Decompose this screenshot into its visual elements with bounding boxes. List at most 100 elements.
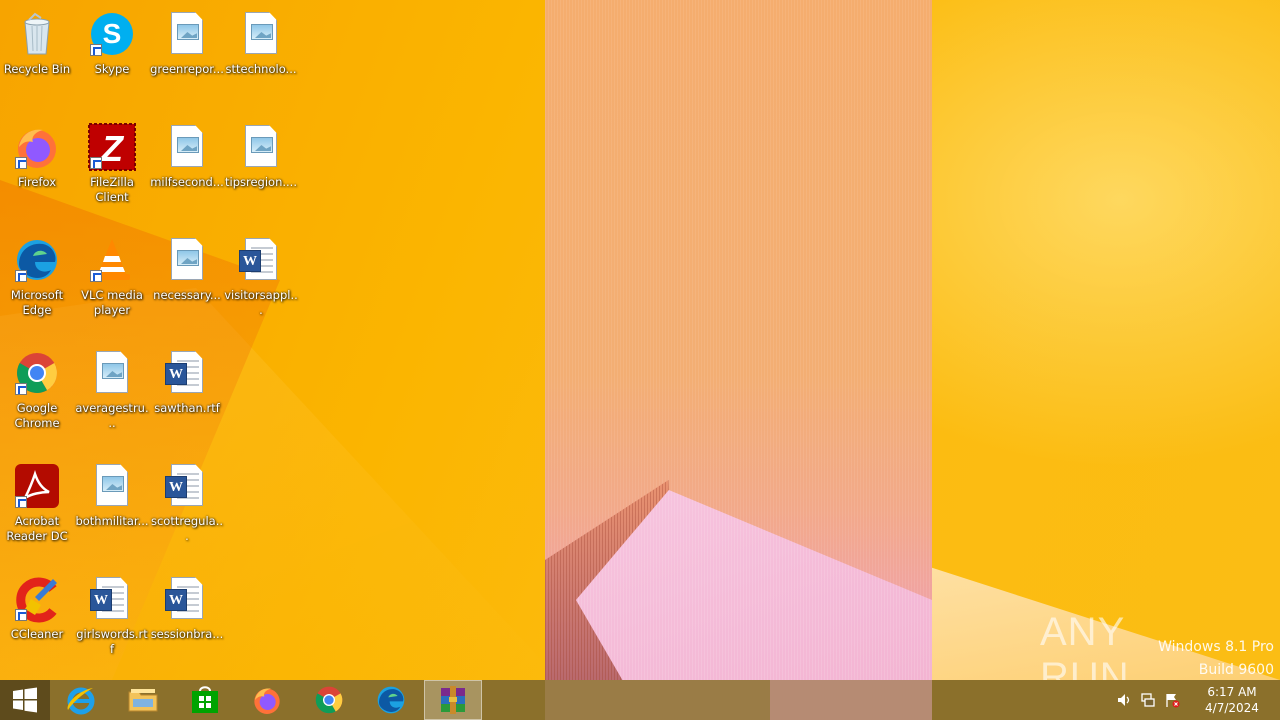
folder-icon <box>128 689 158 712</box>
desktop-icon-microsoft-edge[interactable]: Microsoft Edge <box>0 230 74 330</box>
filezilla-icon: Z <box>88 123 136 171</box>
taskbar-edge[interactable] <box>360 680 422 720</box>
image-file-icon <box>237 123 285 171</box>
chrome-icon <box>315 686 343 714</box>
skype-icon: S <box>88 10 136 58</box>
desktop-icon-label: sessionbra... <box>150 627 224 641</box>
desktop-icon-image-file[interactable]: greenrepor... <box>150 4 224 104</box>
desktop-icon-image-file[interactable]: averagestru... <box>75 343 149 443</box>
shortcut-arrow-icon <box>15 496 27 508</box>
desktop-icon-label: scottregula... <box>150 514 224 543</box>
shortcut-arrow-icon <box>90 270 102 282</box>
windows-edition: Windows 8.1 Pro <box>1158 639 1274 655</box>
desktop-icon-label: VLC media player <box>81 288 143 317</box>
desktop-icon-word-file[interactable]: W sessionbra... <box>150 569 224 669</box>
network-icon[interactable] <box>1136 680 1160 720</box>
desktop-icon-image-file[interactable]: tipsregion.... <box>224 117 298 217</box>
winrar-icon <box>441 686 465 714</box>
svg-text:Z: Z <box>100 128 125 169</box>
desktop-icon-label: milfsecond... <box>150 175 224 189</box>
windows-build: Build 9600 <box>1198 662 1274 678</box>
shortcut-arrow-icon <box>15 383 27 395</box>
desktop-icon-image-file[interactable]: necessary... <box>150 230 224 330</box>
desktop-icon-word-file[interactable]: W visitorsappl... <box>224 230 298 330</box>
desktop-icon-label: averagestru... <box>75 401 149 430</box>
word-document-icon: W <box>237 236 285 284</box>
taskbar-firefox[interactable] <box>236 680 298 720</box>
taskbar-internet-explorer[interactable] <box>50 680 112 720</box>
desktop-icon-word-file[interactable]: W scottregula... <box>150 456 224 556</box>
clock-date: 4/7/2024 <box>1205 701 1259 715</box>
windows-edition-info: Windows 8.1 Pro Build 9600 <box>1158 636 1274 680</box>
chrome-icon <box>13 349 61 397</box>
desktop-icon-label: FileZilla Client <box>90 175 134 204</box>
windows-logo-icon <box>13 687 37 713</box>
clock-time: 6:17 AM <box>1207 685 1257 699</box>
image-file-icon <box>88 349 136 397</box>
taskbar-chrome[interactable] <box>298 680 360 720</box>
edge-icon <box>13 236 61 284</box>
desktop-icon-label: girlswords.rtf <box>76 627 148 656</box>
desktop-icon-google-chrome[interactable]: Google Chrome <box>0 343 74 443</box>
desktop-icon-label: visitorsappl... <box>224 288 298 317</box>
word-document-icon: W <box>163 349 211 397</box>
desktop-icon-label: sawthan.rtf <box>154 401 220 415</box>
desktop-icon-image-file[interactable]: bothmilitar... <box>75 456 149 556</box>
desktop-icon-label: Firefox <box>17 175 57 189</box>
desktop-icon-label: Microsoft Edge <box>10 288 64 317</box>
vlc-icon <box>88 236 136 284</box>
ccleaner-icon <box>13 575 61 623</box>
image-file-icon <box>163 123 211 171</box>
taskbar-clock[interactable]: 6:17 AM 4/7/2024 <box>1184 684 1280 716</box>
desktop-icon-label: CCleaner <box>10 627 64 641</box>
desktop-icon-firefox[interactable]: Firefox <box>0 117 74 217</box>
taskbar-file-explorer[interactable] <box>112 680 174 720</box>
desktop-icon-word-file[interactable]: W girlswords.rtf <box>75 569 149 669</box>
desktop-icon-image-file[interactable]: sttechnolo... <box>224 4 298 104</box>
word-document-icon: W <box>163 462 211 510</box>
taskbar-winrar[interactable] <box>424 680 482 720</box>
image-file-icon <box>163 10 211 58</box>
firefox-icon <box>13 123 61 171</box>
desktop-icon-recycle-bin[interactable]: Recycle Bin <box>0 4 74 104</box>
firefox-icon <box>254 688 280 714</box>
image-file-icon <box>163 236 211 284</box>
desktop[interactable]: Recycle Bin Firefox Microsoft Edge Googl… <box>0 0 1280 680</box>
svg-text:S: S <box>103 18 122 49</box>
shortcut-arrow-icon <box>15 270 27 282</box>
desktop-icon-label: Google Chrome <box>14 401 60 430</box>
word-document-icon: W <box>163 575 211 623</box>
system-tray: 6:17 AM 4/7/2024 <box>1112 680 1280 720</box>
desktop-icon-skype[interactable]: S Skype <box>75 4 149 104</box>
edge-icon <box>377 686 405 714</box>
internet-explorer-icon <box>67 687 95 715</box>
desktop-icon-label: bothmilitar... <box>75 514 149 528</box>
start-button[interactable] <box>0 680 50 720</box>
taskbar: 6:17 AM 4/7/2024 <box>0 680 1280 720</box>
desktop-icon-label: greenrepor... <box>150 62 224 76</box>
desktop-icon-label: Recycle Bin <box>3 62 71 76</box>
desktop-icon-ccleaner[interactable]: CCleaner <box>0 569 74 669</box>
desktop-icon-label: Acrobat Reader DC <box>6 514 68 543</box>
taskbar-store[interactable] <box>174 680 236 720</box>
image-file-icon <box>88 462 136 510</box>
word-document-icon: W <box>88 575 136 623</box>
desktop-icon-label: necessary... <box>153 288 221 302</box>
desktop-icon-acrobat-reader[interactable]: Acrobat Reader DC <box>0 456 74 556</box>
shortcut-arrow-icon <box>90 44 102 56</box>
shortcut-arrow-icon <box>15 609 27 621</box>
desktop-icon-word-file[interactable]: W sawthan.rtf <box>150 343 224 443</box>
desktop-icon-image-file[interactable]: milfsecond... <box>150 117 224 217</box>
recycle-bin-icon <box>13 10 61 58</box>
desktop-icon-label: Skype <box>94 62 130 76</box>
desktop-icon-filezilla[interactable]: Z FileZilla Client <box>75 117 149 217</box>
volume-icon[interactable] <box>1112 680 1136 720</box>
shortcut-arrow-icon <box>90 157 102 169</box>
desktop-icon-label: sttechnolo... <box>225 62 297 76</box>
desktop-icon-label: tipsregion.... <box>225 175 297 189</box>
desktop-icon-vlc[interactable]: VLC media player <box>75 230 149 330</box>
store-icon <box>192 686 218 713</box>
acrobat-icon <box>13 462 61 510</box>
action-center-flag-icon[interactable] <box>1160 680 1184 720</box>
image-file-icon <box>237 10 285 58</box>
